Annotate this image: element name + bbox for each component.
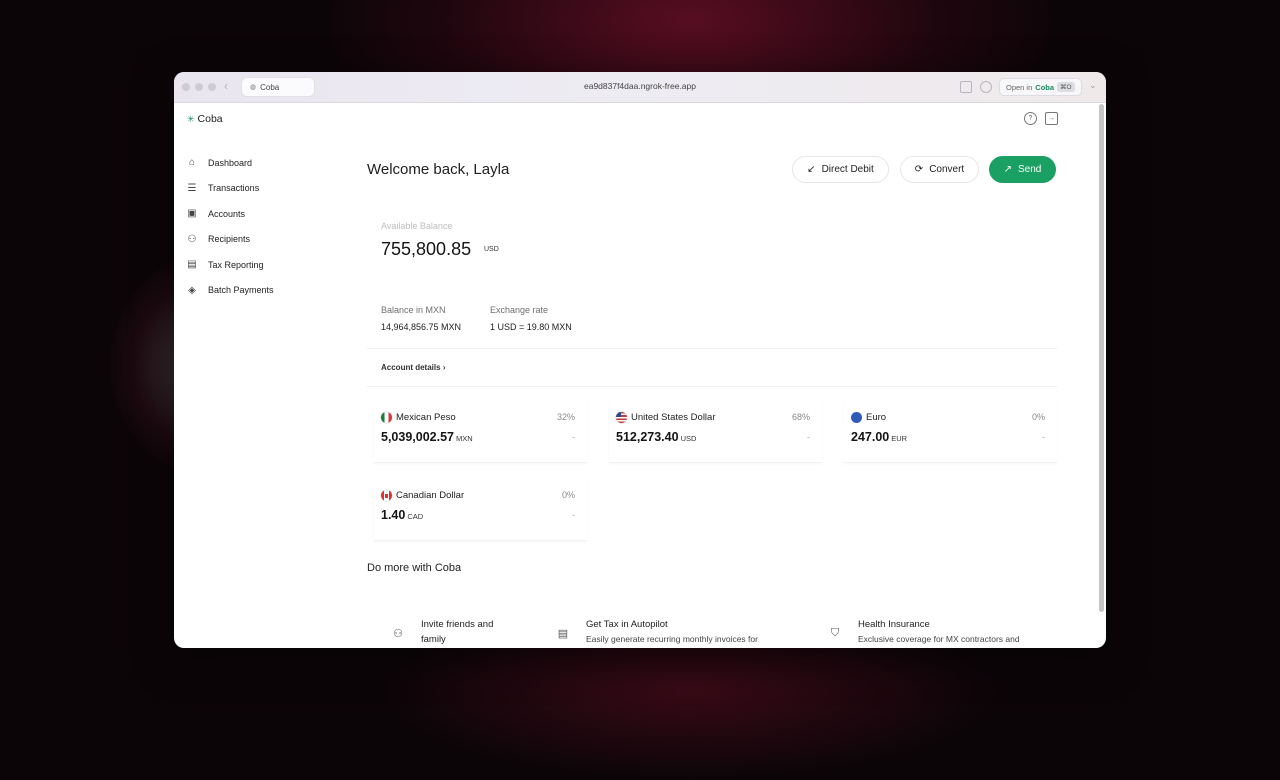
currency-card-eur[interactable]: Euro 0% 247.00 EUR - [844,402,1057,463]
account-details-label: Account details [381,363,441,372]
currency-name: Mexican Peso [396,412,456,423]
currency-card-cad[interactable]: Canadian Dollar 0% 1.40 CAD - [374,480,587,541]
sidebar-item-label: Dashboard [208,157,253,168]
currency-change: - [572,510,575,520]
send-label: Send [1018,164,1042,175]
direct-debit-button[interactable]: ↙ Direct Debit [792,156,889,183]
currency-code: USD [680,434,697,443]
divider [367,386,1057,387]
link-icon[interactable] [980,81,992,93]
available-balance-label: Available Balance [381,221,453,231]
promo-description: Exclusive coverage for MX contractors an… [858,634,1020,644]
currency-code: MXN [456,434,473,443]
add-user-icon: ⚇ [393,627,403,640]
logo-star-icon: ✳ [187,113,195,124]
layers-icon: ◈ [188,284,196,296]
page-scrollbar[interactable] [1099,104,1104,612]
reader-icon[interactable] [960,81,972,93]
divider [367,348,1057,349]
account-details-link[interactable]: Account details › [381,363,445,372]
balance-mxn-label: Balance in MXN [381,305,446,315]
promo-health-insurance[interactable]: ⛉ Health Insurance Exclusive coverage fo… [818,614,1058,648]
currency-percent: 32% [556,412,575,422]
arrow-down-left-icon: ↙ [807,164,816,175]
shield-icon: ⛉ [830,626,840,639]
app-logo[interactable]: ✳ Coba [187,113,223,125]
convert-label: Convert [929,164,965,175]
balance-mxn-value: 14,964,856.75 MXN [381,322,462,332]
currency-card-mxn[interactable]: Mexican Peso 32% 5,039,002.57 MXN - [374,402,587,463]
accounts-icon: ▣ [187,208,197,220]
currency-change: - [572,432,575,442]
document-icon: ▤ [187,259,197,271]
sidebar-item-dashboard[interactable]: ⌂ Dashboard [186,150,274,176]
exchange-rate-value: 1 USD = 19.80 MXN [490,322,572,332]
mexico-flag-icon [381,412,392,423]
us-flag-icon [616,412,627,423]
sidebar-item-label: Batch Payments [208,285,274,296]
list-icon: ☰ [187,182,197,194]
open-in-app-name: Coba [1035,82,1055,92]
sidebar-item-label: Tax Reporting [208,259,264,270]
currency-amount: 512,273.40 [616,430,679,444]
sidebar-item-label: Recipients [208,234,251,245]
currency-name: Euro [866,412,887,423]
sidebar-item-label: Transactions [208,183,260,194]
currency-code: CAD [407,512,424,521]
shortcut-badge: ⌘O [1057,82,1075,92]
sidebar-item-batch-payments[interactable]: ◈ Batch Payments [186,278,274,304]
sidebar-item-label: Accounts [208,208,246,219]
do-more-heading: Do more with Coba [367,562,462,574]
currency-percent: 0% [1031,412,1045,422]
page-title: Welcome back, Layla [367,161,510,178]
direct-debit-label: Direct Debit [821,164,874,175]
currency-code: EUR [891,434,908,443]
clipboard-icon: ▤ [557,627,569,640]
available-balance-currency: USD [484,246,499,253]
browser-window: ‹ ◍ Coba ea9d837f4daa.ngrok-free.app Ope… [174,72,1106,648]
currency-percent: 68% [791,412,810,422]
home-icon: ⌂ [188,157,196,169]
promo-title: Invite friends and [421,619,494,630]
logout-icon[interactable]: → [1045,112,1058,125]
promo-title-line2: family [421,634,446,645]
convert-button[interactable]: ⟳ Convert [900,156,979,183]
exchange-rate-label: Exchange rate [490,305,549,315]
currency-amount: 5,039,002.57 [381,430,454,444]
currency-name: United States Dollar [631,412,716,423]
sidebar-item-tax-reporting[interactable]: ▤ Tax Reporting [186,252,274,278]
open-in-app-button[interactable]: Open in Coba ⌘O [1000,79,1081,95]
currency-name: Canadian Dollar [396,490,465,501]
promo-description: Easily generate recurring monthly invoic… [586,634,758,644]
chevron-right-icon: › [442,363,446,372]
canada-flag-icon [381,490,392,501]
promo-title: Get Tax in Autopilot [586,619,668,630]
users-icon: ⚇ [187,233,197,245]
arrow-up-right-icon: ↗ [1003,164,1013,175]
currency-card-usd[interactable]: United States Dollar 68% 512,273.40 USD - [609,402,822,463]
sidebar-item-accounts[interactable]: ▣ Accounts [186,201,274,227]
currency-amount: 247.00 [851,430,890,444]
sidebar-nav: ⌂ Dashboard ☰ Transactions ▣ Accounts ⚇ … [186,150,274,304]
refresh-icon: ⟳ [914,164,924,175]
currency-change: - [807,432,810,442]
currency-change: - [1042,432,1045,442]
sidebar-item-transactions[interactable]: ☰ Transactions [186,176,274,202]
send-button[interactable]: ↗ Send [989,156,1056,183]
eu-flag-icon [851,412,862,423]
currency-amount: 1.40 [381,508,406,522]
currency-percent: 0% [561,490,575,500]
promo-title: Health Insurance [858,619,930,630]
brand-name: Coba [197,113,223,125]
sidebar-item-recipients[interactable]: ⚇ Recipients [186,227,274,253]
chevron-down-icon[interactable]: ⌄ [1089,80,1097,91]
help-icon[interactable]: ? [1024,112,1037,125]
browser-titlebar: ‹ ◍ Coba ea9d837f4daa.ngrok-free.app Ope… [174,72,1106,103]
available-balance-value: 755,800.85 [381,239,472,259]
promo-invite-friends[interactable]: ⚇ Invite friends and family [381,614,541,648]
open-in-prefix: Open in [1006,82,1033,92]
promo-tax-autopilot[interactable]: ▤ Get Tax in Autopilot Easily generate r… [546,614,804,648]
